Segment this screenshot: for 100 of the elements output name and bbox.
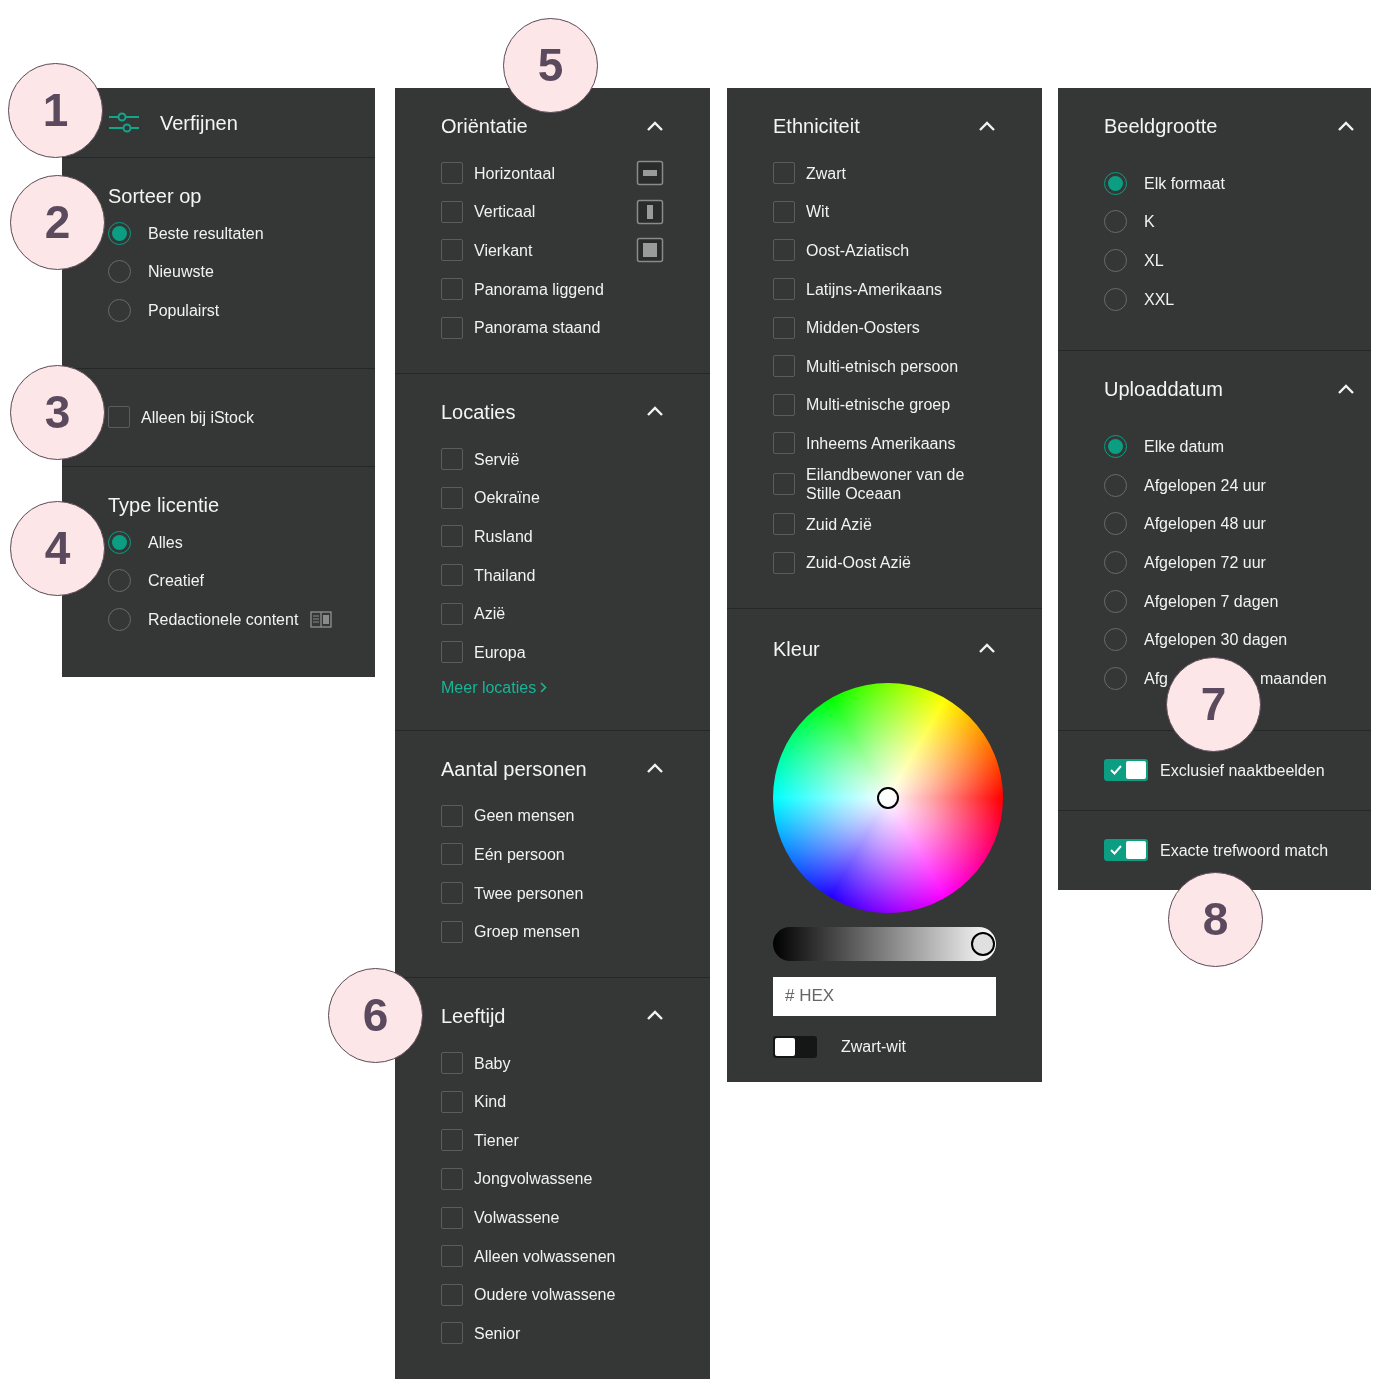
option-label: Jongvolwassene <box>474 1169 593 1189</box>
checkbox[interactable] <box>773 551 795 574</box>
checkbox[interactable] <box>441 486 463 509</box>
option-label: Exacte trefwoord match <box>1160 840 1329 860</box>
hex-input-field[interactable]: # HEX <box>773 976 996 1016</box>
color-picker-handle[interactable] <box>877 786 899 809</box>
filter-sliders-icon[interactable] <box>108 110 140 135</box>
checkbox[interactable] <box>773 513 795 536</box>
option-label: Afgelopen 30 dagen <box>1144 630 1288 650</box>
collapse-chevron-icon[interactable] <box>1337 119 1355 133</box>
option-label: Alles <box>148 532 183 552</box>
option-label: Beste resultaten <box>148 223 264 243</box>
checkbox[interactable] <box>441 162 463 185</box>
option-label: Afg <box>1144 668 1168 688</box>
collapse-chevron-icon[interactable] <box>978 119 996 133</box>
option-label: Oost-Aziatisch <box>806 241 910 260</box>
landscape-frame-icon <box>636 160 664 187</box>
checkbox[interactable] <box>441 602 463 625</box>
chevron-right-icon <box>540 682 548 694</box>
checkbox[interactable] <box>773 472 795 495</box>
option-label: Alleen volwassenen <box>474 1246 616 1266</box>
checkbox[interactable] <box>441 448 463 471</box>
option-label: Eén persoon <box>474 844 565 864</box>
toggle-switch[interactable] <box>1104 839 1148 862</box>
checkbox[interactable] <box>441 525 463 548</box>
slider-thumb[interactable] <box>970 931 995 956</box>
collapse-chevron-icon[interactable] <box>1337 382 1355 396</box>
option-label: Zwart-wit <box>841 1037 906 1057</box>
check-icon <box>1110 765 1122 776</box>
checkbox[interactable] <box>441 1052 463 1075</box>
checkbox[interactable] <box>773 432 795 455</box>
option-label: Horizontaal <box>474 163 555 183</box>
option-label: XXL <box>1144 289 1175 309</box>
checkbox[interactable] <box>441 316 463 339</box>
collapse-chevron-icon[interactable] <box>646 119 664 133</box>
option-label: Oekraïne <box>474 488 540 508</box>
checkbox[interactable] <box>441 804 463 827</box>
section-title: Uploaddatum <box>1104 377 1223 403</box>
option-label: Baby <box>474 1053 511 1073</box>
option-label: Zuid-Oost Azië <box>806 553 911 573</box>
checkbox[interactable] <box>773 162 795 185</box>
option-label: Kind <box>474 1092 507 1112</box>
option-label: Afgelopen 72 uur <box>1144 552 1266 572</box>
option-label: Panorama staand <box>474 318 601 338</box>
option-label: Nieuwste <box>148 262 214 282</box>
checkbox[interactable] <box>441 1245 463 1268</box>
checkbox[interactable] <box>441 641 463 664</box>
option-label: K <box>1144 212 1155 232</box>
checkbox[interactable] <box>773 278 795 301</box>
option-label: Zwart <box>806 163 846 183</box>
section-title: Aantal personen <box>441 756 587 782</box>
toggle-switch[interactable] <box>773 1035 817 1058</box>
checkbox[interactable] <box>441 564 463 587</box>
checkbox[interactable] <box>441 920 463 943</box>
option-label: Azië <box>474 604 506 624</box>
option-label: maanden <box>1260 668 1327 688</box>
option-label: Midden-Oosters <box>806 318 920 338</box>
option-label: Elk formaat <box>1144 173 1225 193</box>
option-label: Wit <box>806 202 830 222</box>
option-label: Populairst <box>148 301 220 320</box>
checkbox[interactable] <box>441 1322 463 1345</box>
option-label: Afgelopen 48 uur <box>1144 514 1266 534</box>
option-label: Groep mensen <box>474 922 580 942</box>
checkbox[interactable] <box>441 1283 463 1306</box>
option-label: Multi-etnisch persoon <box>806 356 959 376</box>
checkbox[interactable] <box>441 278 463 301</box>
checkbox[interactable] <box>441 1090 463 1113</box>
callout-number: 1 <box>8 63 103 158</box>
checkbox[interactable] <box>441 200 463 223</box>
callout-number: 8 <box>1168 872 1263 967</box>
checkbox[interactable] <box>108 406 130 429</box>
callout-number: 5 <box>503 18 598 113</box>
option-label: Volwassene <box>474 1208 560 1228</box>
brightness-slider[interactable] <box>773 926 996 961</box>
square-frame-icon <box>636 237 664 264</box>
newspaper-icon <box>310 610 333 628</box>
option-label: Oudere volwassene <box>474 1285 616 1305</box>
check-icon <box>1110 845 1122 856</box>
option-label: Geen mensen <box>474 806 575 826</box>
checkbox[interactable] <box>773 393 795 416</box>
toggle-switch[interactable] <box>1104 759 1148 782</box>
option-label: Tiener <box>474 1130 519 1150</box>
checkbox[interactable] <box>441 1206 463 1229</box>
option-label: Senior <box>474 1323 521 1343</box>
option-label: Afgelopen 7 dagen <box>1144 591 1279 611</box>
option-label: Panorama liggend <box>474 279 604 299</box>
checkbox[interactable] <box>773 355 795 378</box>
option-label: Creatief <box>148 571 205 591</box>
checkbox[interactable] <box>773 239 795 262</box>
checkbox[interactable] <box>773 316 795 339</box>
checkbox[interactable] <box>441 882 463 904</box>
more-link[interactable]: Meer locaties <box>441 671 548 704</box>
option-label: Multi-etnische groep <box>806 395 951 415</box>
option-label: Inheems Amerikaans <box>806 433 956 453</box>
checkbox[interactable] <box>441 239 463 262</box>
checkbox[interactable] <box>773 200 795 223</box>
checkbox[interactable] <box>441 843 463 866</box>
checkbox[interactable] <box>441 1129 463 1152</box>
checkbox[interactable] <box>441 1168 463 1190</box>
section-title: Oriëntatie <box>441 114 528 139</box>
